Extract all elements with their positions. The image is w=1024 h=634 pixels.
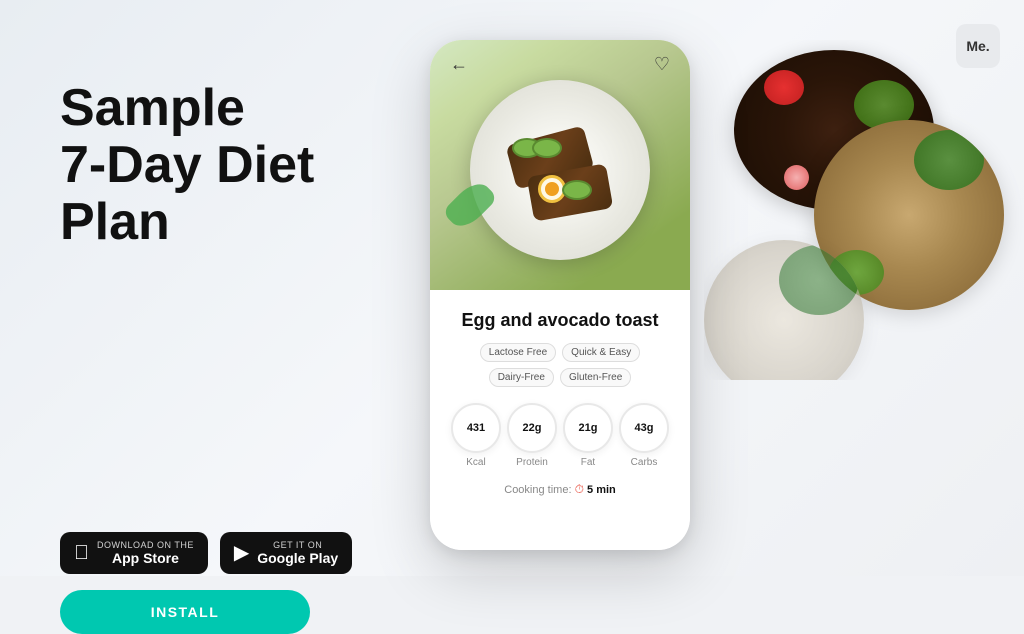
install-button-label: INSTALL (151, 604, 220, 620)
egg-yolk (545, 182, 559, 196)
avocado-slice-2 (532, 138, 562, 158)
phone-mockup-area: ← ♡ Egg and avocado to (430, 40, 690, 550)
google-play-sub-label: GET IT ON (257, 540, 338, 550)
favorite-heart-icon[interactable]: ♡ (654, 54, 670, 75)
app-store-name-label: App Store (97, 550, 194, 567)
phone-frame: ← ♡ Egg and avocado to (430, 40, 690, 550)
left-content-area: Sample7-Day DietPlan  Download on the A… (60, 80, 360, 634)
nutrition-kcal-value: 431 (467, 422, 485, 434)
tag-dairy-free: Dairy-Free (489, 368, 554, 387)
app-store-button[interactable]:  Download on the App Store (60, 532, 208, 575)
nutrition-carbs-label: Carbs (631, 457, 658, 468)
nutrition-row: 431 Kcal 22g Protein 21g Fat (448, 403, 672, 468)
cooking-time-value: 5 min (587, 484, 616, 496)
google-play-text: GET IT ON Google Play (257, 540, 338, 567)
nutrition-protein: 22g Protein (507, 403, 557, 468)
tag-lactose-free: Lactose Free (480, 343, 556, 362)
bowl3-greens (779, 245, 859, 315)
nutrition-kcal-label: Kcal (466, 457, 485, 468)
google-play-name-label: Google Play (257, 550, 338, 567)
nutrition-carbs-value: 43g (635, 422, 654, 434)
cooking-time-label: Cooking time: (504, 484, 571, 496)
nutrition-fat: 21g Fat (563, 403, 613, 468)
install-button[interactable]: INSTALL (60, 590, 310, 634)
nutrition-carbs: 43g Carbs (619, 403, 669, 468)
store-buttons-group:  Download on the App Store ▶ GET IT ON … (60, 532, 360, 575)
nutrition-protein-label: Protein (516, 457, 548, 468)
nutrition-fat-circle: 21g (563, 403, 613, 453)
nutrition-fat-label: Fat (581, 457, 595, 468)
page-title: Sample7-Day DietPlan (60, 80, 360, 252)
food-plate (470, 80, 650, 260)
recipe-tags-row: Lactose Free Quick & Easy Dairy-Free Glu… (448, 343, 672, 387)
android-icon: ▶ (234, 543, 249, 563)
bowl2-greens (914, 130, 984, 190)
bowl-tomato (764, 70, 804, 105)
nutrition-protein-circle: 22g (507, 403, 557, 453)
phone-food-image: ← ♡ (430, 40, 690, 300)
right-food-images (704, 40, 1024, 380)
back-arrow-icon[interactable]: ← (450, 54, 468, 75)
nutrition-carbs-circle: 43g (619, 403, 669, 453)
tag-quick-easy: Quick & Easy (562, 343, 640, 362)
nutrition-protein-value: 22g (523, 422, 542, 434)
app-store-sub-label: Download on the (97, 540, 194, 550)
food-bowl-3 (704, 240, 864, 380)
recipe-title: Egg and avocado toast (448, 310, 672, 331)
google-play-button[interactable]: ▶ GET IT ON Google Play (220, 532, 352, 575)
nutrition-fat-value: 21g (579, 422, 598, 434)
phone-navigation: ← ♡ (430, 40, 690, 89)
app-store-text: Download on the App Store (97, 540, 194, 567)
bowl-radish (784, 165, 809, 190)
nutrition-kcal: 431 Kcal (451, 403, 501, 468)
nutrition-kcal-circle: 431 (451, 403, 501, 453)
phone-recipe-content: Egg and avocado toast Lactose Free Quick… (430, 290, 690, 550)
avocado-slice-3 (562, 180, 592, 200)
tag-gluten-free: Gluten-Free (560, 368, 631, 387)
apple-icon:  (74, 543, 89, 563)
timer-icon: ⏱ (575, 482, 584, 496)
cooking-time: Cooking time: ⏱ 5 min (448, 482, 672, 497)
